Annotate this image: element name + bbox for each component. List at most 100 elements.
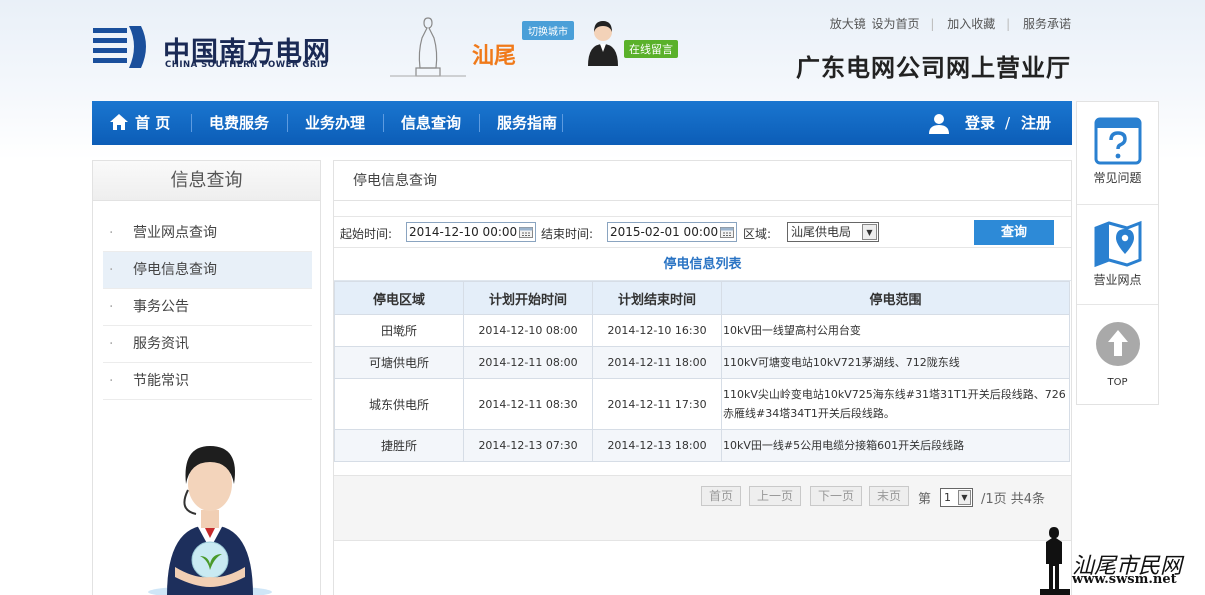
nav-separator bbox=[383, 114, 384, 132]
chevron-down-icon: ▼ bbox=[862, 224, 877, 240]
end-time-value: 2015-02-01 00:00 bbox=[610, 225, 719, 239]
cell-area: 可塘供电所 bbox=[334, 346, 464, 379]
cell-area: 捷胜所 bbox=[334, 429, 464, 462]
service-agent-illustration-icon bbox=[148, 446, 272, 595]
column-header-range: 停电范围 bbox=[721, 281, 1070, 315]
table-header-row: 停电区域 计划开始时间 计划结束时间 停电范围 bbox=[334, 281, 1070, 315]
right-float-bar: 常见问题 营业网点 TOP bbox=[1076, 101, 1159, 405]
end-time-label: 结束时间: bbox=[541, 227, 594, 241]
last-page-button[interactable]: 末页 bbox=[869, 486, 910, 506]
logo-english-name: CHINA SOUTHERN POWER GRID bbox=[165, 60, 329, 70]
sidebar-item-outlet-query[interactable]: 营业网点查询 bbox=[103, 215, 312, 252]
column-header-end: 计划结束时间 bbox=[592, 281, 722, 315]
area-label: 区域: bbox=[743, 227, 772, 241]
outlets-button[interactable]: 营业网点 bbox=[1077, 218, 1158, 288]
cell-area: 田墘所 bbox=[334, 314, 464, 347]
chevron-down-icon: ▼ bbox=[958, 490, 971, 505]
sidebar-item-energy-tips[interactable]: 节能常识 bbox=[103, 363, 312, 400]
calendar-icon[interactable] bbox=[519, 226, 533, 238]
service-promise-link[interactable]: 服务承诺 bbox=[1023, 17, 1071, 31]
nav-separator bbox=[287, 114, 288, 132]
nav-separator bbox=[562, 114, 563, 132]
user-icon bbox=[929, 114, 949, 134]
sidebar-item-outage-query[interactable]: 停电信息查询 bbox=[103, 252, 312, 289]
sidebar-item-service-news[interactable]: 服务资讯 bbox=[103, 326, 312, 363]
sidebar-item-announcements[interactable]: 事务公告 bbox=[103, 289, 312, 326]
back-to-top-button[interactable]: TOP bbox=[1077, 320, 1158, 388]
nav-item-billing[interactable]: 电费服务 bbox=[209, 101, 269, 145]
cell-end: 2014-12-13 18:00 bbox=[592, 429, 722, 462]
cell-range: 10kV田一线#5公用电缆分接箱601开关后段线路 bbox=[721, 429, 1070, 462]
cell-area: 城东供电所 bbox=[334, 378, 464, 430]
nav-item-info-query[interactable]: 信息查询 bbox=[401, 101, 461, 145]
map-pin-icon bbox=[1094, 220, 1141, 268]
cell-end: 2014-12-11 17:30 bbox=[592, 378, 722, 430]
switch-city-button[interactable]: 切换城市 bbox=[522, 21, 574, 40]
nav-item-business[interactable]: 业务办理 bbox=[305, 101, 365, 145]
outlets-label: 营业网点 bbox=[1093, 273, 1142, 287]
nav-separator bbox=[191, 114, 192, 132]
faq-button[interactable]: 常见问题 bbox=[1077, 116, 1158, 186]
table-row: 可塘供电所 2014-12-11 08:00 2014-12-11 18:00 … bbox=[334, 346, 1070, 379]
link-separator: | bbox=[930, 17, 935, 31]
start-time-label: 起始时间: bbox=[340, 227, 393, 241]
cell-start: 2014-12-13 07:30 bbox=[463, 429, 593, 462]
current-city: 汕尾 bbox=[472, 44, 517, 69]
nav-item-home[interactable]: 首 页 bbox=[109, 101, 170, 145]
next-page-button[interactable]: 下一页 bbox=[810, 486, 863, 506]
page-prefix: 第 bbox=[918, 492, 932, 507]
china-southern-power-grid-logo-icon bbox=[93, 26, 146, 68]
end-time-input[interactable]: 2015-02-01 00:00 bbox=[607, 222, 737, 242]
watermark-url: www.swsm.net bbox=[1072, 572, 1177, 587]
table-row: 田墘所 2014-12-10 08:00 2014-12-10 16:30 10… bbox=[334, 314, 1070, 347]
outage-query-panel: 停电信息查询 起始时间: 2014-12-10 00:00 结束时间: 2015… bbox=[333, 160, 1072, 595]
panel-title: 停电信息查询 bbox=[334, 161, 1071, 201]
nav-item-label: 首 页 bbox=[135, 114, 171, 132]
top-label: TOP bbox=[1107, 377, 1128, 388]
cell-end: 2014-12-10 16:30 bbox=[592, 314, 722, 347]
float-divider bbox=[1077, 304, 1158, 305]
outage-list-title: 停电信息列表 bbox=[334, 249, 1071, 281]
cell-start: 2014-12-11 08:00 bbox=[463, 346, 593, 379]
nav-item-service-guide[interactable]: 服务指南 bbox=[497, 101, 557, 145]
sidebar-title: 信息查询 bbox=[93, 161, 320, 201]
link-separator: | bbox=[1006, 17, 1011, 31]
magnifier-link[interactable]: 放大镜 bbox=[830, 17, 866, 31]
column-header-start: 计划开始时间 bbox=[463, 281, 593, 315]
site-title: 广东电网公司网上营业厅 bbox=[796, 54, 1071, 82]
calendar-icon[interactable] bbox=[720, 226, 734, 238]
query-button[interactable]: 查询 bbox=[974, 220, 1054, 245]
customer-service-agent-icon bbox=[588, 21, 618, 66]
cell-range: 10kV田一线望高村公用台变 bbox=[721, 314, 1070, 347]
statue-icon bbox=[390, 17, 466, 77]
cell-range: 110kV可塘变电站10kV721茅湖线、712陇东线 bbox=[721, 346, 1070, 379]
cell-end: 2014-12-11 18:00 bbox=[592, 346, 722, 379]
login-link[interactable]: 登录 bbox=[965, 101, 995, 145]
online-message-button[interactable]: 在线留言 bbox=[624, 40, 678, 58]
pagination: 首页 上一页 下一页 末页 第 1 ▼ /1页 共4条 bbox=[334, 475, 1071, 541]
column-header-area: 停电区域 bbox=[334, 281, 464, 315]
start-time-value: 2014-12-10 00:00 bbox=[409, 225, 518, 239]
arrow-up-icon bbox=[1095, 322, 1140, 366]
question-icon bbox=[1094, 117, 1141, 165]
start-time-input[interactable]: 2014-12-10 00:00 bbox=[406, 222, 536, 242]
set-homepage-link[interactable]: 设为首页 bbox=[872, 17, 920, 31]
page-select-value: 1 bbox=[944, 491, 951, 504]
page-select[interactable]: 1 ▼ bbox=[940, 488, 973, 507]
top-links: 放大镜 设为首页 | 加入收藏 | 服务承诺 bbox=[828, 15, 1071, 32]
add-favorite-link[interactable]: 加入收藏 bbox=[947, 17, 995, 31]
cell-range: 110kV尖山岭变电站10kV725海东线#31塔31T1开关后段线路、726赤… bbox=[721, 378, 1070, 430]
outage-table: 停电区域 计划开始时间 计划结束时间 停电范围 田墘所 2014-12-10 0… bbox=[334, 281, 1070, 462]
nav-separator bbox=[479, 114, 480, 132]
faq-label: 常见问题 bbox=[1093, 171, 1142, 185]
table-row: 城东供电所 2014-12-11 08:30 2014-12-11 17:30 … bbox=[334, 378, 1070, 430]
first-page-button[interactable]: 首页 bbox=[701, 486, 742, 506]
register-link[interactable]: 注册 bbox=[1021, 101, 1051, 145]
main-nav: 首 页 电费服务 业务办理 信息查询 服务指南 登录 / 注册 bbox=[92, 101, 1072, 145]
float-divider bbox=[1077, 204, 1158, 205]
area-select[interactable]: 汕尾供电局 ▼ bbox=[787, 222, 879, 242]
page-summary: /1页 共4条 bbox=[981, 492, 1046, 507]
login-register-separator: / bbox=[1005, 114, 1011, 132]
prev-page-button[interactable]: 上一页 bbox=[749, 486, 802, 506]
table-row: 捷胜所 2014-12-13 07:30 2014-12-13 18:00 10… bbox=[334, 429, 1070, 462]
